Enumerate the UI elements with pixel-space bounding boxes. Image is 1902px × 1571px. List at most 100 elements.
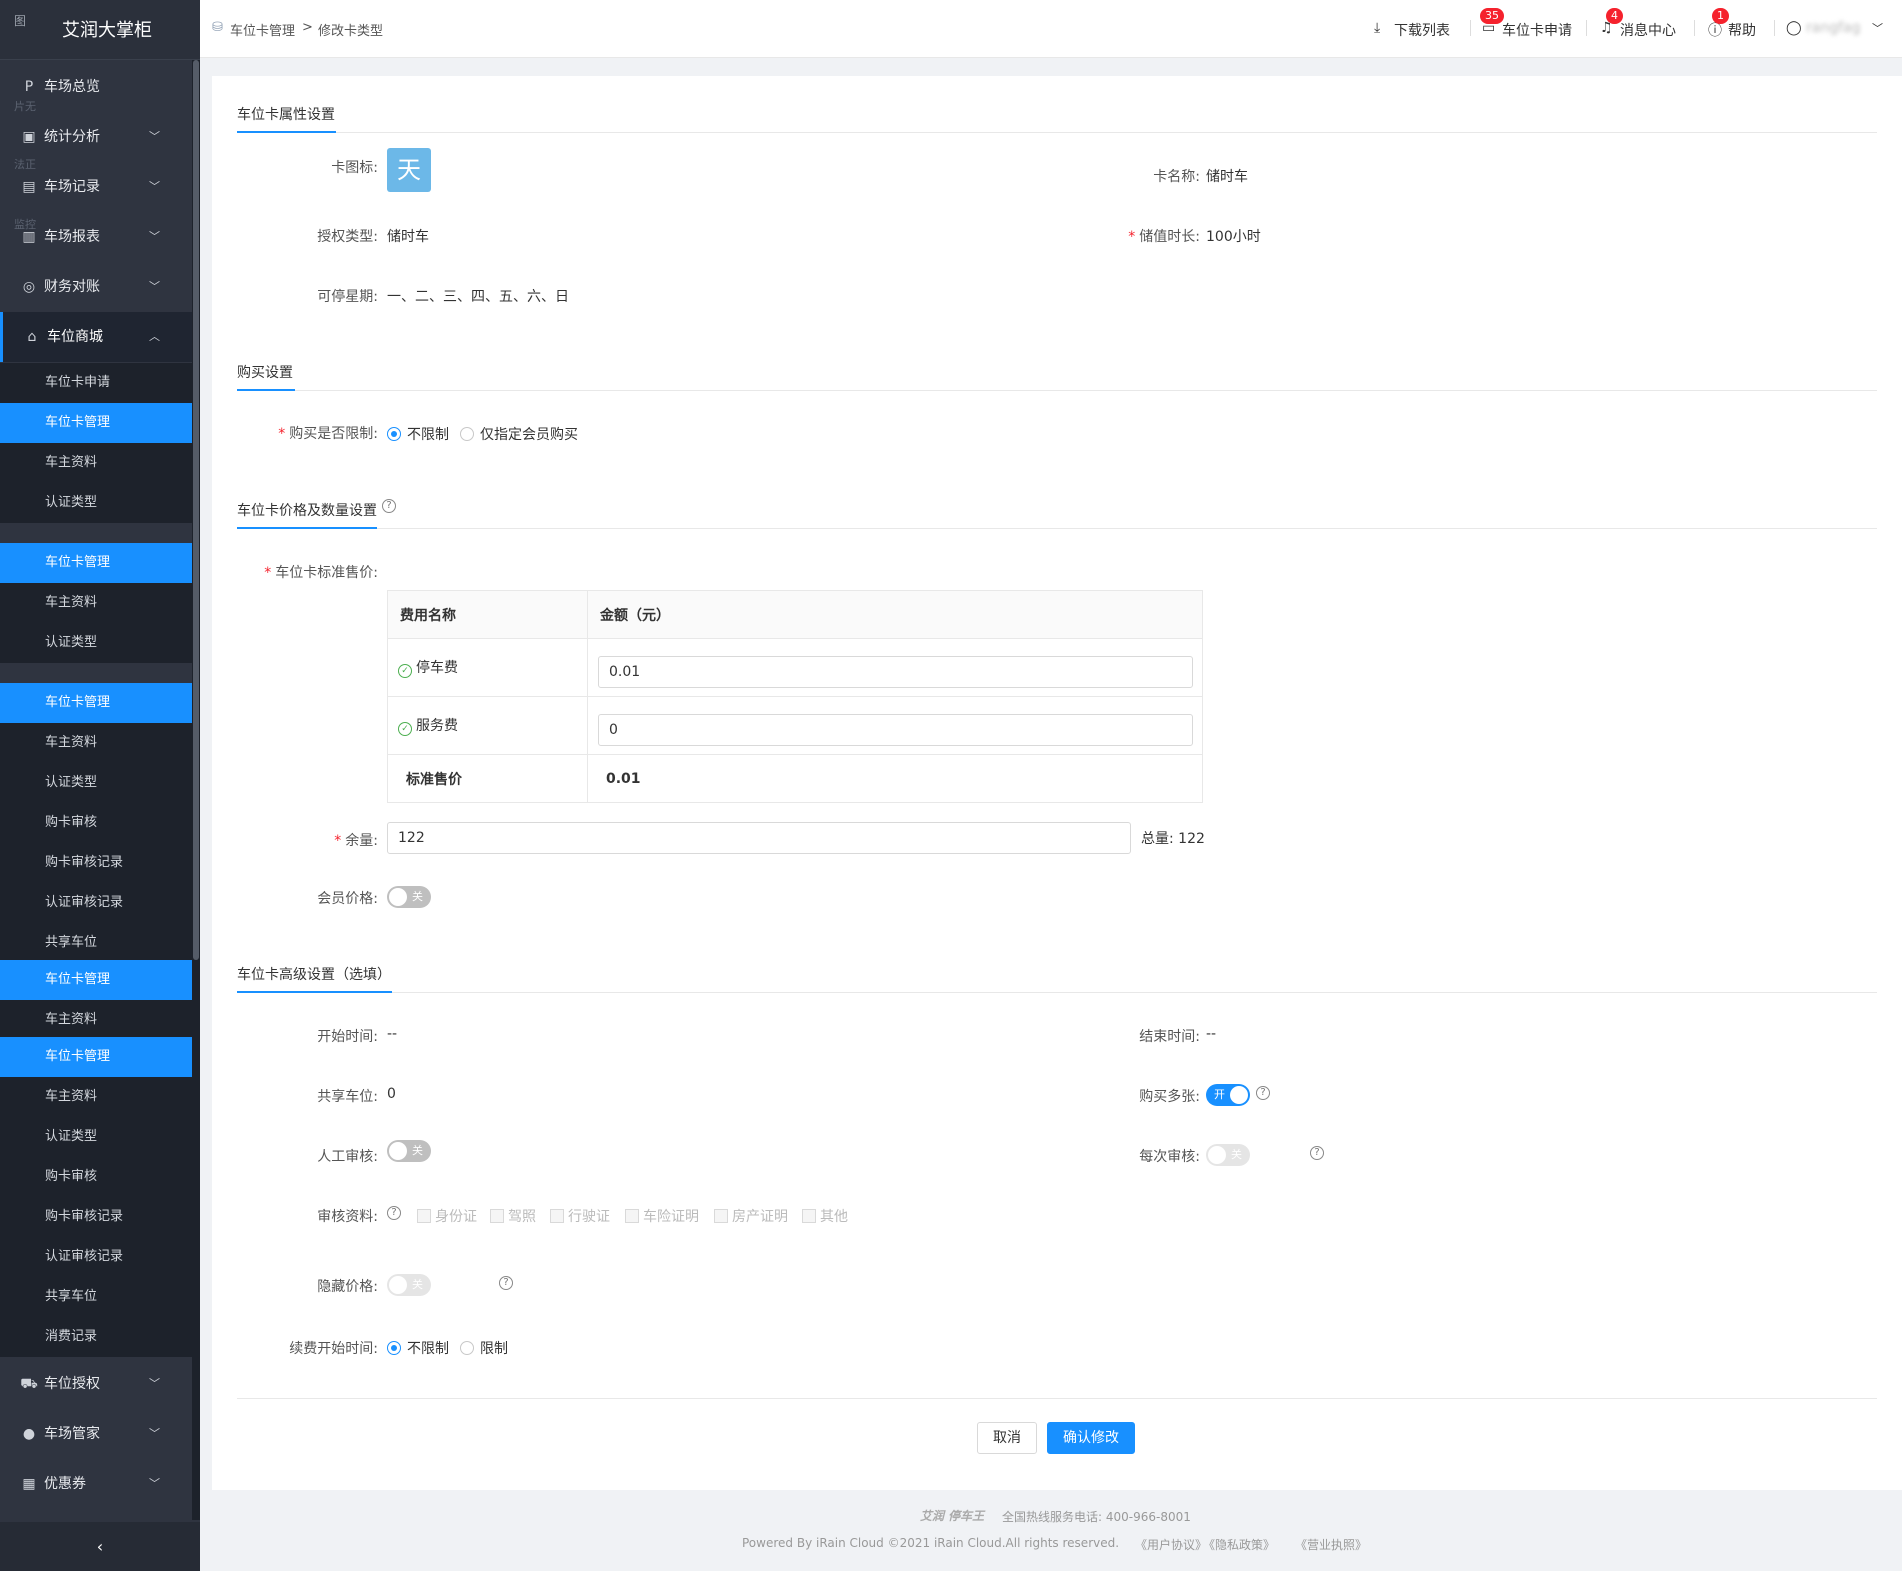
- manual-review-label: 人工审核:: [317, 1149, 378, 1165]
- menu-records[interactable]: ▤ 车场记录 ﹀: [0, 162, 192, 212]
- radio-renew-limited[interactable]: 限制: [460, 1338, 508, 1358]
- menu-butler[interactable]: ● 车场管家 ﹀: [0, 1409, 192, 1459]
- parking-fee-input[interactable]: 0.01: [598, 656, 1193, 688]
- section-underline: [237, 389, 295, 391]
- coupon-icon: ▦: [22, 1476, 36, 1492]
- sidebar-subitem[interactable]: 车主资料: [0, 583, 192, 623]
- car-icon: ⛟: [20, 1376, 38, 1392]
- sidebar-subitem[interactable]: 购卡审核记录: [0, 1197, 192, 1237]
- sidebar-subitem[interactable]: 车主资料: [0, 1077, 192, 1117]
- breadcrumb-current: 修改卡类型: [318, 24, 384, 39]
- chevron-down-icon[interactable]: ﹀: [1872, 20, 1883, 36]
- card-apply-link[interactable]: 车位卡申请: [1502, 20, 1572, 40]
- end-time-label: 结束时间:: [1139, 1029, 1200, 1045]
- header-divider: [1774, 20, 1775, 36]
- collapse-sidebar-button[interactable]: ‹: [0, 1522, 200, 1571]
- user-name[interactable]: rangfag: [1806, 20, 1861, 36]
- sidebar-subitem[interactable]: 车主资料: [0, 723, 192, 763]
- question-icon[interactable]: ?: [382, 499, 396, 513]
- duration-label: * 储值时长:: [1128, 229, 1200, 245]
- sidebar-subitem[interactable]: 车主资料: [0, 1000, 192, 1040]
- question-icon[interactable]: ?: [1310, 1146, 1324, 1160]
- sidebar-subitem[interactable]: 购卡审核: [0, 803, 192, 843]
- sidebar-subitem[interactable]: 车位卡管理: [0, 960, 192, 1000]
- radio-unlimited[interactable]: 不限制: [387, 424, 449, 444]
- sidebar-subitem[interactable]: 认证审核记录: [0, 883, 192, 923]
- manual-review-toggle[interactable]: 关: [387, 1140, 431, 1162]
- app-title: 艾润大掌柜: [62, 20, 152, 41]
- card-icon-label: 卡图标:: [331, 160, 378, 176]
- check-circle-icon: ✓: [398, 664, 412, 678]
- menu-statistics[interactable]: ▣ 统计分析 ﹀: [0, 112, 192, 162]
- download-list-link[interactable]: 下载列表: [1394, 20, 1450, 40]
- question-icon[interactable]: ?: [1256, 1086, 1270, 1100]
- question-icon[interactable]: ?: [499, 1276, 513, 1290]
- weekdays-label: 可停星期:: [317, 289, 378, 305]
- sidebar-subitem[interactable]: 认证类型: [0, 1117, 192, 1157]
- breadcrumb-separator: >: [302, 20, 313, 35]
- sidebar-subitem[interactable]: 购卡审核记录: [0, 843, 192, 883]
- member-price-toggle[interactable]: 关: [387, 886, 431, 908]
- logo-image: 图: [14, 14, 27, 28]
- sidebar-subitem[interactable]: 认证审核记录: [0, 1237, 192, 1277]
- checkbox-insurance[interactable]: 车险证明: [625, 1206, 699, 1226]
- question-icon[interactable]: ?: [387, 1206, 401, 1220]
- each-review-label: 每次审核:: [1139, 1149, 1200, 1165]
- chart-icon: ▣: [22, 129, 36, 145]
- sidebar-subitem[interactable]: 认证类型: [0, 763, 192, 803]
- menu-store[interactable]: ⌂ 车位商城 ︿: [0, 312, 192, 362]
- message-center-link[interactable]: 消息中心: [1620, 20, 1676, 40]
- each-review-toggle[interactable]: 关: [1206, 1144, 1250, 1166]
- radio-renew-unlimited[interactable]: 不限制: [387, 1338, 449, 1358]
- service-fee-input[interactable]: 0: [598, 714, 1193, 746]
- menu-label: 车位商城: [47, 329, 103, 345]
- checkbox-vehicle-license[interactable]: 行驶证: [550, 1206, 610, 1226]
- form-card: 车位卡属性设置 卡图标: 天 卡名称: 储时车 授权类型: 储时车 * 储值时长:…: [212, 76, 1902, 1490]
- sidebar-subitem[interactable]: 车主资料: [0, 443, 192, 483]
- radio-members-only[interactable]: 仅指定会员购买: [460, 424, 578, 444]
- menu-label: 车场报表: [44, 229, 100, 245]
- footer-link-privacy[interactable]: 《隐私政策》: [1203, 1536, 1275, 1553]
- multi-buy-label: 购买多张:: [1139, 1089, 1200, 1105]
- menu-authorization[interactable]: ⛟ 车位授权 ﹀: [0, 1359, 192, 1409]
- sidebar-subitem[interactable]: 车位卡管理: [0, 403, 192, 443]
- menu-finance[interactable]: ◎ 财务对账 ﹀: [0, 262, 192, 312]
- menu-reports[interactable]: ▥ 车场报表 ﹀: [0, 212, 192, 262]
- review-docs-label: 审核资料:: [317, 1209, 378, 1225]
- checkbox-id-card[interactable]: 身份证: [417, 1206, 477, 1226]
- cancel-button[interactable]: 取消: [977, 1422, 1037, 1454]
- section-title-attributes: 车位卡属性设置: [237, 107, 335, 123]
- section-underline: [237, 527, 377, 529]
- footer-link-license[interactable]: 《营业执照》: [1295, 1536, 1367, 1553]
- sidebar-subitem[interactable]: 车位卡管理: [0, 543, 192, 583]
- sidebar-subitem[interactable]: 购卡审核: [0, 1157, 192, 1197]
- sidebar-subitem[interactable]: 车位卡申请: [0, 363, 192, 403]
- sidebar-scroll-thumb[interactable]: [193, 60, 199, 960]
- menu-coupon[interactable]: ▦ 优惠券 ﹀: [0, 1459, 192, 1509]
- confirm-edit-button[interactable]: 确认修改: [1047, 1422, 1135, 1454]
- section-title-advanced: 车位卡高级设置（选填）: [237, 967, 391, 983]
- footer-hotline: 全国热线服务电话: 400-966-8001: [1002, 1510, 1191, 1524]
- fee-amount-header: 金额（元）: [587, 590, 1203, 639]
- sidebar-subitem[interactable]: 车位卡管理: [0, 1037, 192, 1077]
- avatar-icon[interactable]: ◯: [1786, 20, 1802, 36]
- chevron-down-icon: ﹀: [149, 1477, 160, 1490]
- sidebar-subitem[interactable]: 认证类型: [0, 623, 192, 663]
- breadcrumb-link[interactable]: 车位卡管理: [230, 20, 295, 39]
- sidebar-subitem[interactable]: 认证类型: [0, 483, 192, 523]
- sidebar-subitem[interactable]: 消费记录: [0, 1317, 192, 1357]
- section-title-price: 车位卡价格及数量设置: [237, 503, 377, 519]
- download-icon[interactable]: ⤓: [1374, 20, 1380, 36]
- sidebar-subitem[interactable]: 共享车位: [0, 1277, 192, 1317]
- remaining-input[interactable]: 122: [387, 822, 1131, 854]
- user-icon: ●: [22, 1426, 36, 1442]
- hide-price-toggle[interactable]: 关: [387, 1274, 431, 1296]
- checkbox-other[interactable]: 其他: [802, 1206, 848, 1226]
- checkbox-drivers-license[interactable]: 驾照: [490, 1206, 536, 1226]
- footer-link-terms[interactable]: 《用户协议》: [1135, 1536, 1207, 1553]
- multi-buy-toggle[interactable]: 开: [1206, 1084, 1250, 1106]
- sidebar-subitem[interactable]: 车位卡管理: [0, 683, 192, 723]
- help-link[interactable]: 帮助: [1728, 20, 1756, 40]
- sidebar-subitem[interactable]: 共享车位: [0, 923, 192, 963]
- checkbox-property[interactable]: 房产证明: [714, 1206, 788, 1226]
